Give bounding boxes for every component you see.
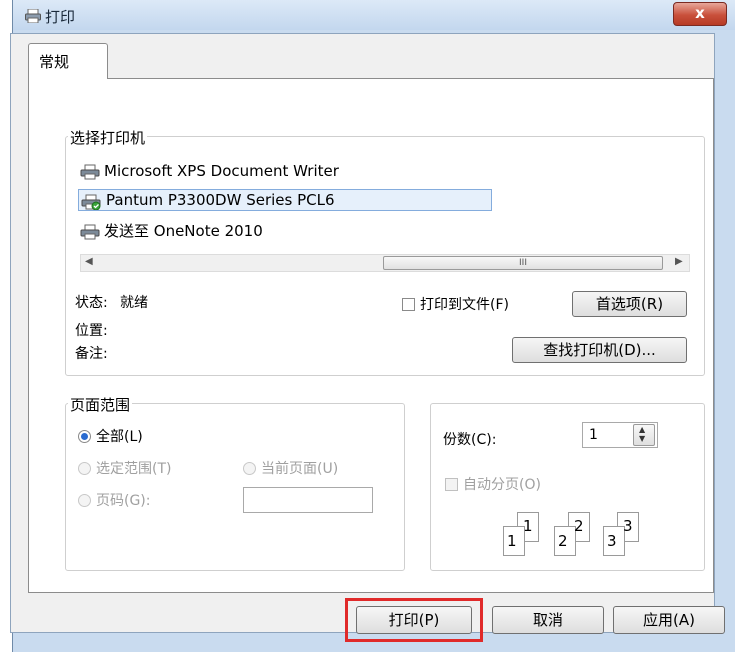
printer-icon <box>25 9 41 23</box>
all-pages-radio[interactable] <box>78 430 91 443</box>
copies-stepper[interactable]: ▲ ▼ <box>633 424 655 446</box>
scroll-right-arrow-icon[interactable]: ▶ <box>675 256 683 267</box>
close-icon: x <box>695 4 705 22</box>
tab-label: 常规 <box>39 53 70 71</box>
status-label: 状态: <box>75 295 108 311</box>
selection-label[interactable]: 选定范围(T) <box>96 458 171 478</box>
current-page-radio[interactable] <box>243 462 256 475</box>
selection-radio[interactable] <box>78 462 91 475</box>
page-numbers-radio[interactable] <box>78 494 91 507</box>
printer-item[interactable]: Microsoft XPS Document Writer <box>80 160 400 182</box>
find-printer-button[interactable]: 查找打印机(D)... <box>512 337 687 363</box>
copies-label: 份数(C): <box>443 432 497 448</box>
scroll-thumb[interactable]: III <box>383 256 663 270</box>
select-printer-legend: 选择打印机 <box>68 127 148 148</box>
collate-label[interactable]: 自动分页(O) <box>463 474 541 494</box>
page-number: 3 <box>607 532 617 550</box>
page-number: 1 <box>507 532 517 550</box>
all-pages-label[interactable]: 全部(L) <box>96 426 143 446</box>
page-number: 3 <box>623 517 633 535</box>
page-number: 2 <box>558 532 568 550</box>
cancel-button[interactable]: 取消 <box>492 606 604 634</box>
page-number: 1 <box>523 517 533 535</box>
stepper-up-icon[interactable]: ▲ <box>639 425 645 434</box>
page-numbers-label[interactable]: 页码(G): <box>96 490 151 510</box>
printer-name: Pantum P3300DW Series PCL6 <box>106 191 335 209</box>
print-button[interactable]: 打印(P) <box>356 606 472 634</box>
printer-icon <box>80 164 100 179</box>
print-to-file-checkbox[interactable] <box>402 298 415 311</box>
tab-general[interactable]: 常规 <box>28 43 108 79</box>
printer-default-icon <box>81 190 105 212</box>
printer-list-scrollbar[interactable]: ◀ III ▶ <box>80 254 690 272</box>
page-numbers-input[interactable] <box>243 487 373 513</box>
page-number: 2 <box>574 517 584 535</box>
printer-item[interactable]: 发送至 OneNote 2010 <box>80 220 400 242</box>
close-button[interactable]: x <box>673 2 727 26</box>
apply-button[interactable]: 应用(A) <box>613 606 725 634</box>
comment-label: 备注: <box>75 346 108 362</box>
scroll-left-arrow-icon[interactable]: ◀ <box>85 256 93 267</box>
title-bar[interactable]: 打印 x <box>13 0 735 30</box>
stepper-down-icon[interactable]: ▼ <box>639 434 645 443</box>
printer-icon <box>80 224 100 239</box>
status-value: 就绪 <box>120 295 148 311</box>
page-range-legend: 页面范围 <box>68 394 133 415</box>
window-title: 打印 <box>45 8 76 26</box>
print-to-file-label[interactable]: 打印到文件(F) <box>420 294 509 314</box>
collate-checkbox[interactable] <box>445 478 458 491</box>
location-label: 位置: <box>75 323 108 339</box>
printer-item-selected[interactable]: Pantum P3300DW Series PCL6 <box>78 189 492 211</box>
current-page-label[interactable]: 当前页面(U) <box>261 458 338 478</box>
printer-name: Microsoft XPS Document Writer <box>104 162 339 180</box>
preferences-button[interactable]: 首选项(R) <box>572 291 687 317</box>
scroll-grip: III <box>519 258 527 268</box>
printer-name: 发送至 OneNote 2010 <box>104 222 263 240</box>
